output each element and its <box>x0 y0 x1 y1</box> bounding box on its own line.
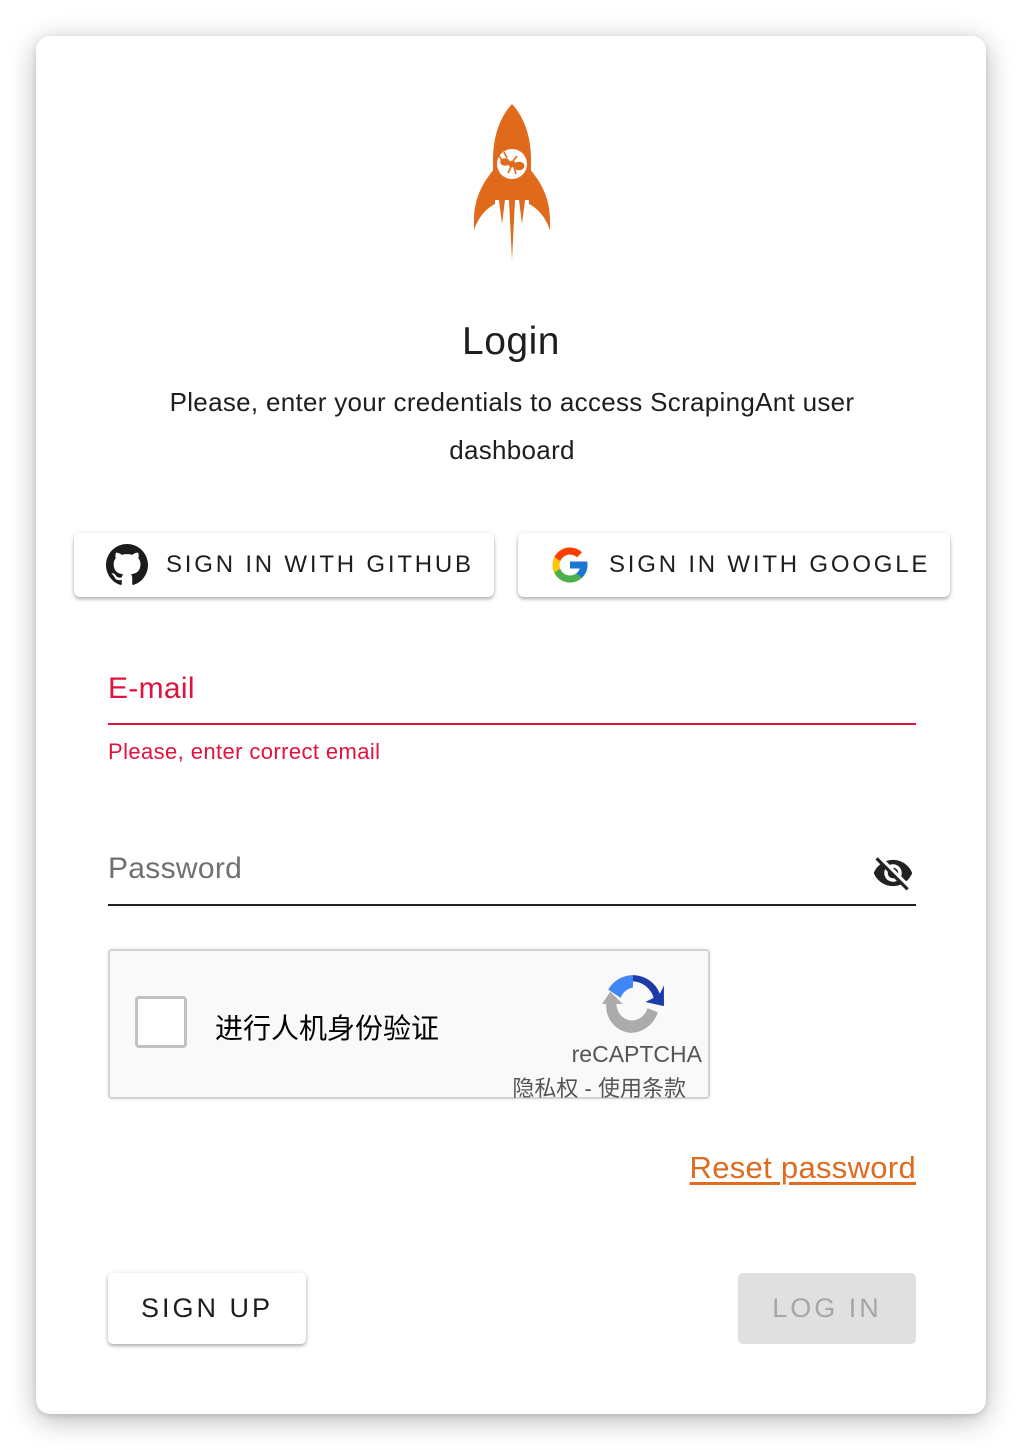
reset-password-link[interactable]: Reset password <box>690 1150 916 1186</box>
github-signin-label: SIGN IN WITH GITHUB <box>166 551 474 578</box>
password-field[interactable]: Password <box>108 852 916 906</box>
recaptcha-widget: 进行人机身份验证 reCAPTCHA 隐私权 - 使用条款 <box>108 949 710 1101</box>
rocket-ant-icon <box>474 104 550 260</box>
google-icon <box>552 547 588 583</box>
google-signin-label: SIGN IN WITH GOOGLE <box>609 551 931 578</box>
page-subtitle: Please, enter your credentials to access… <box>169 387 855 465</box>
recaptcha-checkbox[interactable] <box>135 996 187 1048</box>
log-in-button[interactable]: LOG IN <box>738 1273 916 1344</box>
email-underline <box>108 723 916 725</box>
recaptcha-links: 隐私权 - 使用条款 <box>512 1071 686 1103</box>
recaptcha-privacy-link[interactable]: 隐私权 <box>512 1076 578 1101</box>
github-signin-button[interactable]: SIGN IN WITH GITHUB <box>74 533 494 597</box>
email-error-text: Please, enter correct email <box>108 739 381 764</box>
recaptcha-link-separator: - <box>578 1076 598 1101</box>
eye-off-icon[interactable] <box>870 852 916 894</box>
recaptcha-label: 进行人机身份验证 <box>215 1013 440 1044</box>
github-icon <box>106 544 148 585</box>
page-title: Login <box>462 320 560 363</box>
password-label: Password <box>108 852 243 885</box>
email-label: E-mail <box>108 672 195 705</box>
recaptcha-brand: reCAPTCHA <box>571 1041 702 1067</box>
password-underline <box>108 904 916 906</box>
recaptcha-logo-icon <box>602 975 664 1033</box>
google-signin-button[interactable]: SIGN IN WITH GOOGLE <box>518 533 950 597</box>
sign-up-button[interactable]: SIGN UP <box>108 1273 306 1344</box>
recaptcha-terms-link[interactable]: 使用条款 <box>598 1076 686 1101</box>
email-field[interactable]: E-mail Please, enter correct email <box>108 672 916 764</box>
